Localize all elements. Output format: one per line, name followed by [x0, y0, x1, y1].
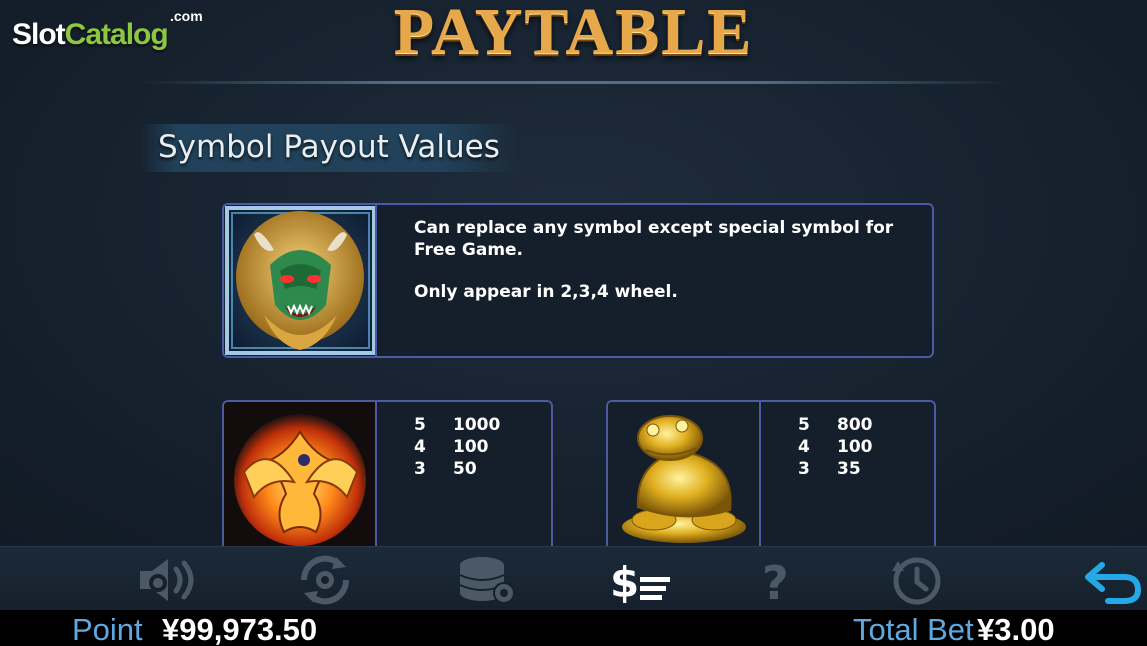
bet-settings-button[interactable] — [452, 553, 522, 607]
section-header: Symbol Payout Values — [140, 124, 518, 172]
back-arrow-icon — [1085, 562, 1142, 604]
payout-amount: 35 — [837, 459, 861, 479]
point-label: Point — [72, 612, 143, 646]
svg-text:?: ? — [762, 556, 789, 607]
payout-count: 5 — [798, 415, 810, 435]
golden-toad-payouts: 5 800 4 100 3 35 — [798, 414, 873, 480]
point-value: ¥99,973.50 — [162, 612, 318, 646]
phoenix-icon — [224, 402, 377, 546]
payout-row: 5 1000 — [414, 414, 500, 436]
history-button[interactable] — [882, 553, 952, 607]
wild-rule-1: Can replace any symbol except special sy… — [414, 218, 894, 260]
autoplay-button[interactable] — [290, 553, 360, 607]
green-dragon-icon — [224, 205, 377, 356]
payout-row: 4 100 — [414, 436, 500, 458]
wild-symbol-card: Can replace any symbol except special sy… — [222, 203, 934, 358]
payout-row: 5 800 — [798, 414, 873, 436]
back-button[interactable] — [1078, 553, 1147, 607]
paytable-screen: SlotCatalog .com PAYTABLE Symbol Payout … — [0, 0, 1147, 546]
bottom-toolbar: $ ? — [0, 546, 1147, 610]
payout-amount: 800 — [837, 415, 873, 435]
autoplay-icon — [300, 555, 350, 605]
payout-row: 4 100 — [798, 436, 873, 458]
payout-amount: 100 — [453, 437, 489, 457]
sound-button[interactable] — [132, 553, 202, 607]
payout-count: 5 — [414, 415, 426, 435]
payout-amount: 50 — [453, 459, 477, 479]
total-bet-label: Total Bet — [853, 612, 974, 646]
paytable-icon: $ — [610, 558, 670, 607]
phoenix-payouts: 5 1000 4 100 3 50 — [414, 414, 500, 480]
sound-icon — [140, 559, 194, 601]
symbol-card-phoenix: 5 1000 4 100 3 50 — [222, 400, 553, 546]
paytable-button[interactable]: $ — [606, 553, 676, 607]
status-footer: Point ¥99,973.50 Total Bet ¥3.00 — [0, 610, 1147, 646]
payout-count: 4 — [798, 437, 810, 457]
section-title: Symbol Payout Values — [158, 129, 500, 165]
payout-count: 3 — [414, 459, 426, 479]
payout-count: 4 — [414, 437, 426, 457]
total-bet-value: ¥3.00 — [977, 612, 1055, 646]
svg-text:$: $ — [610, 558, 639, 607]
payout-amount: 100 — [837, 437, 873, 457]
payout-count: 3 — [798, 459, 810, 479]
help-icon: ? — [762, 556, 789, 610]
history-icon — [892, 557, 941, 605]
title-divider — [140, 81, 1010, 84]
help-button[interactable]: ? — [744, 553, 814, 610]
payout-amount: 1000 — [453, 415, 501, 435]
payout-row: 3 35 — [798, 458, 873, 480]
wild-description: Can replace any symbol except special sy… — [414, 217, 912, 303]
payout-row: 3 50 — [414, 458, 500, 480]
bet-chips-icon — [459, 557, 515, 604]
wild-rule-2: Only appear in 2,3,4 wheel. — [414, 282, 678, 302]
symbol-card-golden-toad: 5 800 4 100 3 35 — [606, 400, 936, 546]
page-title: PAYTABLE — [393, 0, 754, 68]
golden-toad-icon — [608, 402, 761, 546]
